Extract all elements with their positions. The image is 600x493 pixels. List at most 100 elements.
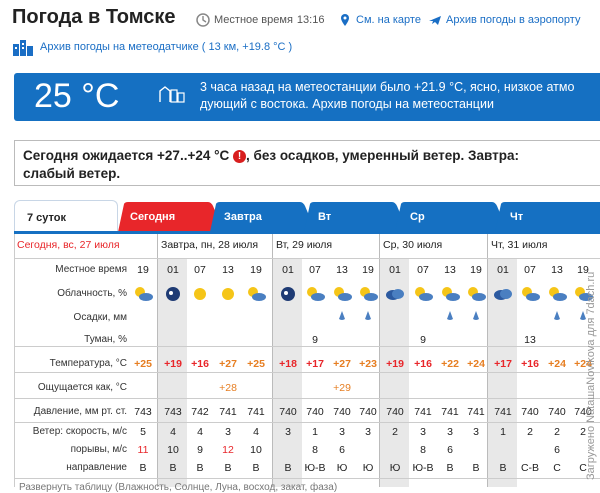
tab-wednesday[interactable]: Ср <box>398 204 494 232</box>
direction-cell: В <box>472 462 480 474</box>
rain-icon <box>554 311 560 320</box>
wind-cell: 1 <box>312 426 318 438</box>
label-feels-like: Ощущается как, °C <box>37 382 127 393</box>
hour-cell: 19 <box>250 264 262 276</box>
hour-cell: 07 <box>524 264 536 276</box>
tab-tuesday[interactable]: Вт <box>306 204 396 232</box>
gust-cell: 9 <box>197 444 203 456</box>
sun-cloud-icon <box>468 287 486 301</box>
wind-cell: 3 <box>285 426 291 438</box>
sun-icon <box>222 288 234 300</box>
sun-icon <box>194 288 206 300</box>
day-header-thu: Чт, 31 июля <box>491 239 548 251</box>
pressure-cell: 741 <box>494 406 512 418</box>
rain-icon <box>447 311 453 320</box>
map-link-label: См. на карте <box>356 14 421 26</box>
hour-cell: 01 <box>389 264 401 276</box>
gust-cell: 10 <box>167 444 179 456</box>
sun-cloud-icon <box>442 287 460 301</box>
weather-table: Сегодня, вс, 27 июля Завтра, пн, 28 июля… <box>14 234 600 493</box>
map-link[interactable]: См. на карте <box>338 13 421 27</box>
expand-table-link[interactable]: Развернуть таблицу (Влажность, Солнце, Л… <box>19 482 337 493</box>
sun-cloud-icon <box>307 287 325 301</box>
row-divider <box>15 346 600 347</box>
tab-today[interactable]: Сегодня <box>118 204 218 232</box>
direction-cell: Ю-В <box>304 462 326 474</box>
current-weather-panel: 25 °C 3 часа назад на метеостанции было … <box>14 73 600 121</box>
temp-cell: +19 <box>386 358 404 370</box>
gust-cell: 6 <box>554 444 560 456</box>
wind-cell: 4 <box>253 426 259 438</box>
row-divider <box>15 372 600 373</box>
label-pressure: Давление, мм рт. ст. <box>33 406 127 417</box>
temp-cell: +18 <box>279 358 297 370</box>
hour-cell: 13 <box>222 264 234 276</box>
feels-like-cell: +29 <box>333 382 351 394</box>
cloud-icon <box>494 289 512 300</box>
sun-cloud-icon <box>415 287 433 301</box>
current-description-line1: 3 часа назад на метеостанции было +21.9 … <box>200 80 575 94</box>
hour-cell: 07 <box>194 264 206 276</box>
current-temp: 25 °C <box>34 77 120 115</box>
rain-icon <box>339 311 345 320</box>
direction-cell: Ю <box>389 462 401 474</box>
city-buildings-icon <box>13 40 33 56</box>
row-divider <box>15 422 600 423</box>
day-header-wed: Ср, 30 июля <box>383 239 443 251</box>
wind-cell: 2 <box>527 426 533 438</box>
tab-7-days[interactable]: 7 суток <box>14 200 118 232</box>
temp-cell: +16 <box>521 358 539 370</box>
label-temperature: Температура, °C <box>49 358 127 369</box>
pressure-cell: 741 <box>467 406 485 418</box>
rain-icon <box>473 311 479 320</box>
pressure-cell: 741 <box>247 406 265 418</box>
temp-cell: +24 <box>467 358 485 370</box>
direction-cell: Ю <box>362 462 374 474</box>
station-archive-link[interactable]: Архив погоды на метеодатчике ( 13 км, +1… <box>12 38 292 56</box>
forecast-part2: , без осадков, умеренный ветер. Завтра: <box>246 148 520 163</box>
fog-cell: 9 <box>312 334 318 346</box>
hour-cell: 07 <box>309 264 321 276</box>
hour-cell: 01 <box>167 264 179 276</box>
forecast-summary: Сегодня ожидается +27..+24 °C !, без оса… <box>14 140 600 186</box>
tab-tomorrow[interactable]: Завтра <box>212 204 308 232</box>
row-divider <box>15 398 600 399</box>
direction-cell: В <box>169 462 177 474</box>
pressure-cell: 743 <box>134 406 152 418</box>
row-divider <box>15 478 600 479</box>
tab-thursday[interactable]: Чт <box>498 204 594 232</box>
sun-cloud-icon <box>135 287 153 301</box>
warning-icon[interactable]: ! <box>233 150 247 163</box>
wind-cell: 3 <box>365 426 371 438</box>
pressure-cell: 742 <box>191 406 209 418</box>
wind-cell: 2 <box>392 426 398 438</box>
temp-cell: +27 <box>219 358 237 370</box>
hour-cell: 01 <box>497 264 509 276</box>
pressure-cell: 743 <box>164 406 182 418</box>
temp-cell: +16 <box>191 358 209 370</box>
sun-cloud-icon <box>549 287 567 301</box>
label-cloudiness: Облачность, % <box>57 288 127 299</box>
hour-cell: 19 <box>137 264 149 276</box>
temp-cell: +16 <box>414 358 432 370</box>
cloud-icon <box>386 289 404 300</box>
wind-cell: 5 <box>140 426 146 438</box>
wind-cell: 4 <box>197 426 203 438</box>
current-description: 3 часа назад на метеостанции было +21.9 … <box>200 79 600 113</box>
day-header-tue: Вт, 29 июля <box>276 239 333 251</box>
direction-cell: В <box>139 462 147 474</box>
page-title: Погода в Томске <box>12 6 176 28</box>
airport-archive-link[interactable]: Архив погоды в аэропорту <box>428 13 580 27</box>
gust-cell: 6 <box>447 444 453 456</box>
direction-cell: Ю-В <box>412 462 434 474</box>
temp-cell: +25 <box>247 358 265 370</box>
gust-cell: 8 <box>312 444 318 456</box>
day-header-today: Сегодня, вс, 27 июля <box>17 239 120 251</box>
current-description-line2[interactable]: дующий с востока. Архив погоды на метеос… <box>200 96 600 113</box>
map-pin-icon <box>341 14 349 26</box>
pressure-cell: 741 <box>414 406 432 418</box>
direction-cell: В <box>224 462 232 474</box>
watermark-text: Загружено NataшaNovikova для 7dach.ru <box>585 272 597 480</box>
sun-cloud-icon <box>360 287 378 301</box>
header: Погода в Томске Местное время 13:16 См. … <box>0 0 600 64</box>
